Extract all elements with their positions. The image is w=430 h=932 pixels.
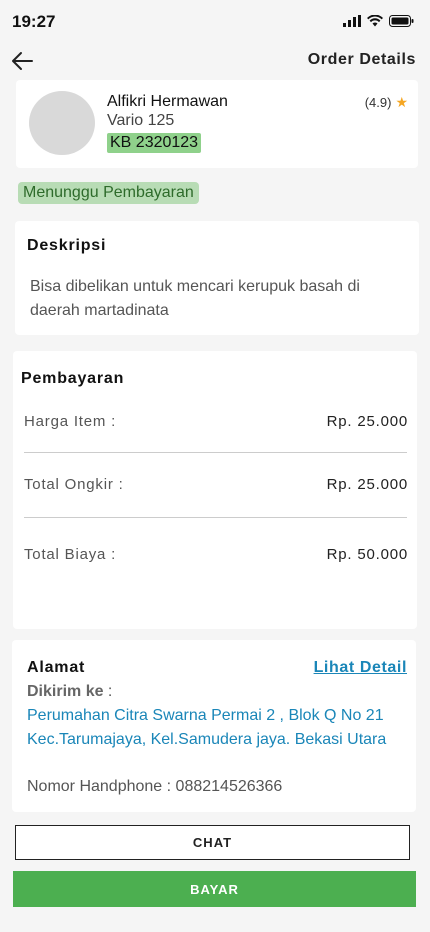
phone-line: Nomor Handphone : 088214526366 bbox=[27, 778, 282, 796]
back-button[interactable] bbox=[10, 50, 38, 74]
driver-name: Alfikri Hermawan bbox=[107, 93, 228, 110]
pay-button[interactable]: BAYAR bbox=[13, 871, 416, 907]
phone-label: Nomor Handphone : bbox=[27, 778, 172, 795]
back-arrow-icon bbox=[12, 52, 33, 70]
battery-icon bbox=[389, 15, 414, 27]
divider bbox=[24, 517, 407, 518]
sent-to-label: Dikirim ke : bbox=[27, 683, 112, 701]
vehicle-model: Vario 125 bbox=[107, 112, 175, 129]
sent-to-text: Dikirim ke bbox=[27, 683, 104, 700]
address-title: Alamat bbox=[27, 659, 86, 676]
description-card: Deskripsi Bisa dibelikan untuk mencari k… bbox=[15, 221, 419, 335]
payment-row-label: Harga Item : bbox=[24, 413, 117, 430]
payment-row-value: Rp. 50.000 bbox=[326, 546, 408, 563]
payment-row-shipping: Total Ongkir : Rp. 25.000 bbox=[24, 476, 408, 493]
driver-card: Alfikri Hermawan Vario 125 KB 2320123 (4… bbox=[16, 80, 418, 168]
chat-button[interactable]: CHAT bbox=[15, 825, 410, 860]
payment-card: Pembayaran Harga Item : Rp. 25.000 Total… bbox=[13, 351, 417, 629]
address-card: Alamat Lihat Detail Dikirim ke : Perumah… bbox=[12, 640, 416, 812]
payment-row-item-price: Harga Item : Rp. 25.000 bbox=[24, 413, 408, 430]
description-text: Bisa dibelikan untuk mencari kerupuk bas… bbox=[30, 278, 360, 319]
payment-title: Pembayaran bbox=[21, 370, 125, 387]
driver-rating: (4.9) ★ bbox=[365, 94, 408, 111]
payment-row-label: Total Biaya : bbox=[24, 546, 117, 563]
divider bbox=[24, 452, 407, 453]
payment-row-value: Rp. 25.000 bbox=[326, 476, 408, 493]
star-icon: ★ bbox=[395, 94, 408, 110]
status-badge: Menunggu Pembayaran bbox=[18, 182, 199, 204]
payment-row-value: Rp. 25.000 bbox=[326, 413, 408, 430]
page-title: Order Details bbox=[307, 51, 416, 68]
status-time: 19:27 bbox=[12, 12, 56, 31]
address-text: Perumahan Citra Swarna Permai 2 , Blok Q… bbox=[27, 707, 387, 748]
status-bar: 19:27 bbox=[0, 0, 430, 44]
header: Order Details bbox=[0, 44, 430, 78]
avatar bbox=[29, 91, 95, 155]
status-icons bbox=[343, 15, 414, 27]
view-detail-link[interactable]: Lihat Detail bbox=[314, 659, 407, 677]
sent-to-colon: : bbox=[103, 683, 113, 700]
license-plate: KB 2320123 bbox=[107, 133, 202, 153]
payment-row-total: Total Biaya : Rp. 50.000 bbox=[24, 546, 408, 563]
description-title: Deskripsi bbox=[27, 237, 107, 254]
payment-row-label: Total Ongkir : bbox=[24, 476, 124, 493]
signal-icon bbox=[343, 15, 361, 27]
rating-value: (4.9) bbox=[364, 95, 392, 110]
wifi-icon bbox=[367, 15, 383, 27]
phone-number: 088214526366 bbox=[175, 778, 283, 795]
